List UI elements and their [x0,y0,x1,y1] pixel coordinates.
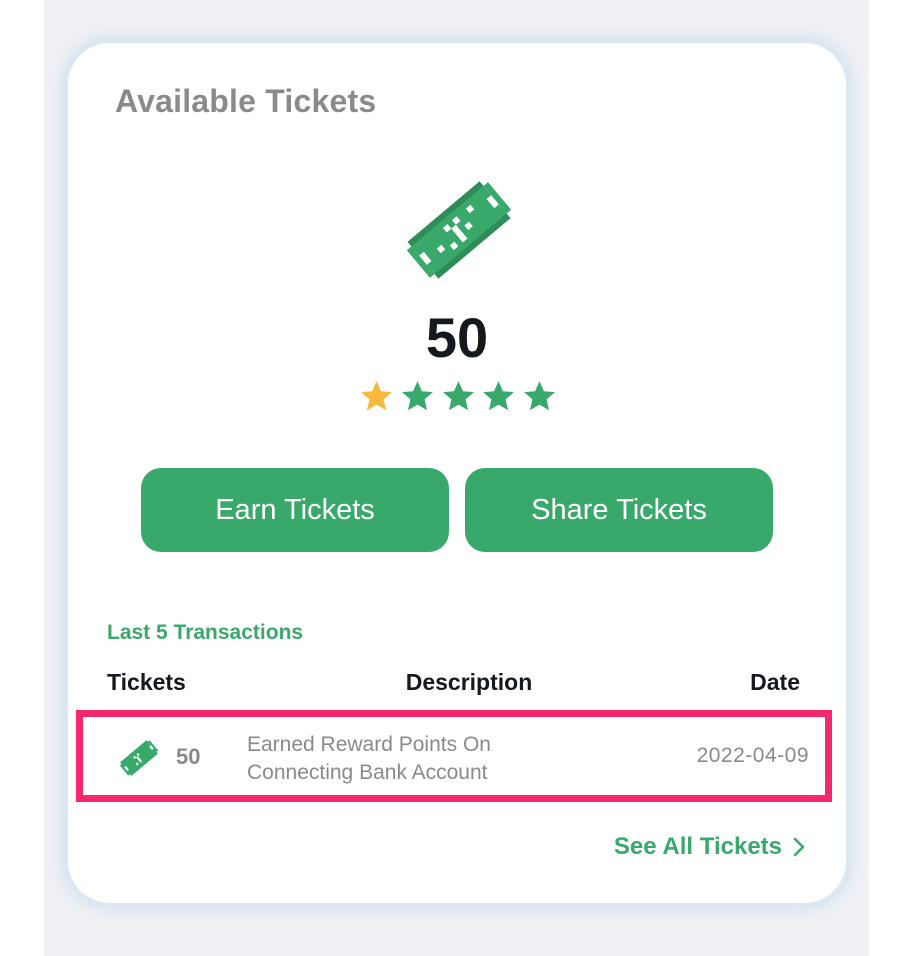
card-title: Available Tickets [115,83,377,119]
see-all-tickets-link[interactable]: See All Tickets [614,833,806,861]
column-header-date: Date [750,669,800,695]
row-description: Earned Reward Points On Connecting Bank … [247,731,567,787]
star-icon [483,381,515,411]
star-icon [361,381,392,411]
star-icon [401,381,433,411]
star-icon [442,381,474,411]
share-tickets-button[interactable]: Share Tickets [465,468,773,552]
chevron-right-icon [793,837,805,857]
star-rating [358,378,558,418]
table-row[interactable]: 50 Earned Reward Points On Connecting Ba… [87,717,829,795]
ticket-icon [406,181,512,279]
highlighted-transaction: 50 Earned Reward Points On Connecting Ba… [76,710,832,802]
row-description-line1: Earned Reward Points On [247,733,491,756]
column-header-description: Description [405,669,533,695]
star-icon [524,381,555,411]
row-description-line2: Connecting Bank Account [247,761,488,784]
transactions-section-label: Last 5 Transactions [107,621,304,644]
row-date: 2022-04-09 [696,744,809,767]
see-all-tickets-label: See All Tickets [613,833,782,860]
row-tickets: 50 [176,744,201,769]
earn-tickets-button[interactable]: Earn Tickets [141,468,449,552]
ticket-count: 50 [425,306,489,369]
ticket-icon [119,740,159,776]
